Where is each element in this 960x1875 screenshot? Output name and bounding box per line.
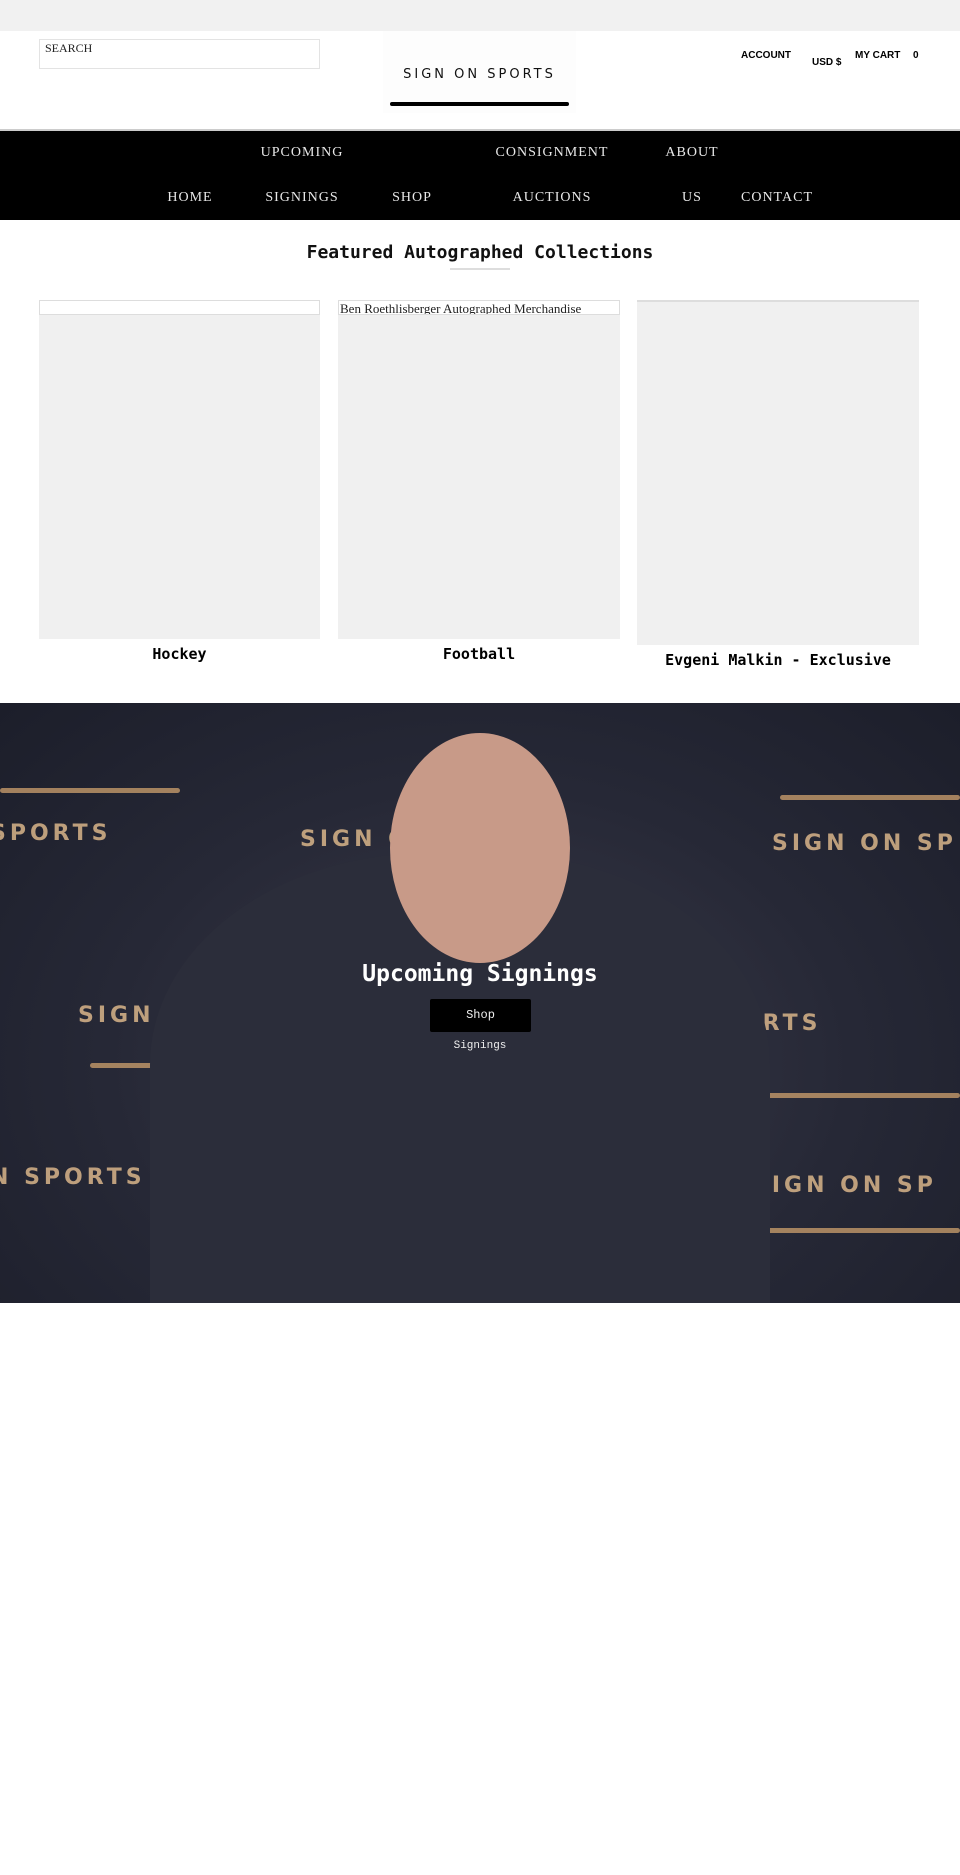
account-link[interactable]: ACCOUNT (741, 50, 791, 61)
nav-upcoming-signings-2[interactable]: SIGNINGS (265, 190, 338, 206)
hero-subtitle[interactable]: Signings (0, 1040, 960, 1052)
shop-signings-button[interactable]: Shop (430, 999, 531, 1032)
collection-card-football[interactable] (338, 300, 620, 639)
currency-selector[interactable]: USD $ (812, 57, 841, 68)
hero-title: Upcoming Signings (362, 961, 598, 987)
watermark: SIGN ON SP (772, 831, 957, 856)
watermark: SPORTS (0, 821, 112, 846)
nav-upcoming-signings[interactable]: UPCOMING (261, 145, 344, 161)
card-image-caption: Ben Roethlisberger Autographed Merchandi… (338, 300, 620, 315)
watermark: SIGN ON SP (752, 1173, 937, 1198)
nav-contact[interactable]: CONTACT (741, 190, 813, 206)
nav-about-us[interactable]: US (682, 190, 702, 206)
hero-banner: SPORTS SIGN ON SPORTS SIGN ON SP SIGN ON… (0, 703, 960, 1303)
logo-text: SIGN ON SPORTS (403, 67, 556, 82)
watermark: N SPORTS (0, 1165, 146, 1190)
top-bar (0, 0, 960, 31)
nav-consignment[interactable]: CONSIGNMENT (496, 145, 609, 161)
logo-bar (390, 102, 569, 106)
nav-consignment-auctions[interactable]: AUCTIONS (513, 190, 592, 206)
nav-home[interactable]: HOME (167, 190, 212, 206)
search-input[interactable]: SEARCH (39, 39, 320, 69)
hero-person-head (390, 733, 570, 963)
collection-card-hockey[interactable] (39, 300, 320, 639)
cart-count[interactable]: 0 (913, 50, 919, 61)
main-nav: UPCOMING SIGNINGS CONSIGNMENT AUCTIONS A… (0, 129, 960, 220)
logo[interactable]: SIGN ON SPORTS (383, 31, 576, 113)
title-divider (450, 268, 510, 270)
card-image-caption (39, 300, 320, 315)
collection-card-malkin[interactable] (637, 300, 919, 645)
card-label[interactable]: Hockey (39, 645, 320, 663)
section-title: Featured Autographed Collections (306, 242, 654, 263)
nav-about[interactable]: ABOUT (665, 145, 718, 161)
cart-link[interactable]: MY CART (855, 50, 900, 61)
nav-shop[interactable]: SHOP (392, 190, 432, 206)
card-label[interactable]: Evgeni Malkin - Exclusive (637, 651, 919, 669)
card-label[interactable]: Football (338, 645, 620, 663)
